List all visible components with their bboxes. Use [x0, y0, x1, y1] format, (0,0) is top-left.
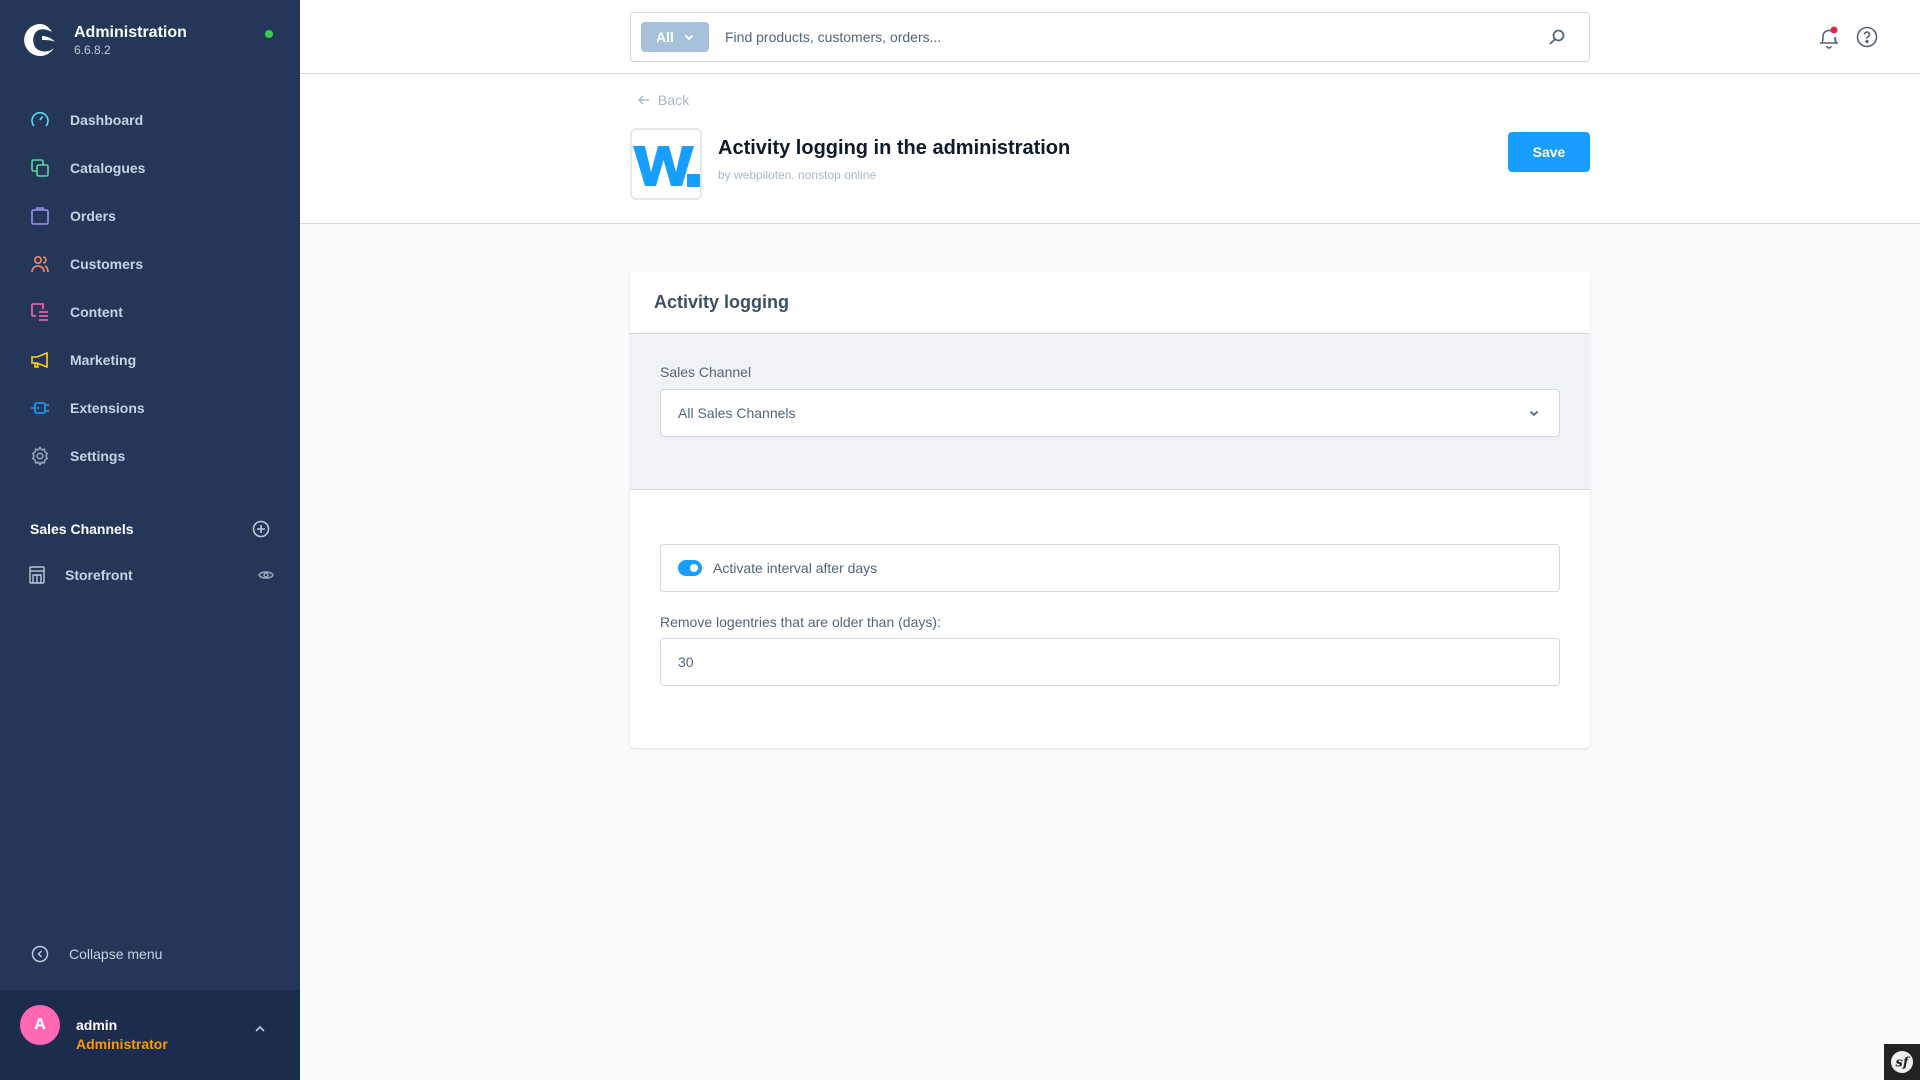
sidebar-item-label: Catalogues — [70, 160, 146, 176]
app-name: Administration — [74, 24, 187, 41]
symfony-toolbar-toggle[interactable]: sf — [1884, 1044, 1920, 1080]
back-label: Back — [658, 92, 690, 108]
global-search: All — [630, 12, 1590, 62]
chevron-down-icon — [684, 34, 694, 40]
sidebar-item-content[interactable]: Content — [0, 288, 300, 336]
user-menu-toggle[interactable] — [254, 1020, 266, 1038]
sidebar-item-label: Content — [70, 304, 123, 320]
save-button[interactable]: Save — [1508, 132, 1590, 172]
card-header: Activity logging — [630, 272, 1590, 334]
extension-logo — [630, 128, 702, 200]
sales-channel-value: All Sales Channels — [678, 405, 796, 421]
view-storefront-button[interactable] — [258, 569, 274, 581]
settings-section: Activate interval after days Remove loge… — [630, 490, 1590, 747]
chevron-left-circle-icon — [31, 945, 49, 963]
catalogues-icon — [29, 157, 51, 179]
eye-icon — [258, 571, 274, 579]
sidebar-item-customers[interactable]: Customers — [0, 240, 300, 288]
chevron-down-icon — [1529, 410, 1539, 416]
search-icon — [1549, 29, 1565, 45]
activity-logging-card: Activity logging Sales Channel All Sales… — [630, 272, 1590, 748]
sales-channel-label: Storefront — [65, 567, 133, 583]
interval-toggle[interactable] — [678, 560, 702, 576]
shopware-logo-icon — [24, 24, 55, 56]
page-header: Back Activity logging in the administrat… — [300, 74, 1920, 224]
status-indicator — [265, 30, 273, 38]
sidebar-item-extensions[interactable]: Extensions — [0, 384, 300, 432]
user-menu[interactable]: A admin Administrator — [0, 990, 300, 1080]
sales-channel-item-storefront[interactable]: Storefront — [29, 563, 274, 587]
app-version: 6.6.8.2 — [74, 43, 111, 57]
search-input[interactable] — [725, 23, 1525, 51]
sidebar-item-label: Dashboard — [70, 112, 144, 128]
top-bar: All — [300, 0, 1920, 74]
bell-icon — [1820, 26, 1838, 49]
collapse-menu-button[interactable]: Collapse menu — [31, 945, 162, 963]
plus-circle-icon — [252, 520, 270, 538]
sidebar-item-label: Customers — [70, 256, 144, 272]
page-title: Activity logging in the administration — [718, 137, 1071, 159]
sidebar-item-orders[interactable]: Orders — [0, 192, 300, 240]
users-icon — [29, 253, 51, 275]
sales-channel-select[interactable]: All Sales Channels — [660, 389, 1560, 437]
storefront-icon — [29, 566, 45, 584]
shopping-bag-icon — [29, 205, 51, 227]
user-name: admin — [76, 1017, 118, 1033]
webpiloten-logo-icon — [633, 146, 700, 187]
sales-channels-header: Sales Channels — [30, 520, 270, 538]
days-label: Remove logentries that are older than (d… — [660, 614, 941, 630]
search-type-dropdown[interactable]: All — [641, 22, 709, 52]
chevron-up-icon — [255, 1025, 265, 1032]
sidebar-item-label: Settings — [70, 448, 126, 464]
sidebar: Administration 6.6.8.2 Dashboard Catalog… — [0, 0, 300, 1080]
add-sales-channel-button[interactable] — [252, 520, 270, 538]
notifications-button[interactable] — [1818, 25, 1840, 54]
sales-channel-label: Sales Channel — [660, 364, 752, 380]
sidebar-item-label: Marketing — [70, 352, 137, 368]
user-role: Administrator — [76, 1036, 168, 1052]
brand: Administration 6.6.8.2 — [22, 22, 187, 58]
days-input[interactable] — [660, 638, 1560, 686]
symfony-logo-icon: sf — [1891, 1051, 1913, 1073]
arrow-left-icon — [638, 95, 649, 105]
plug-icon — [29, 397, 51, 419]
avatar: A — [20, 1005, 60, 1045]
gear-icon — [29, 445, 51, 467]
search-button[interactable] — [1548, 28, 1566, 51]
content-icon — [29, 301, 51, 323]
help-button[interactable] — [1856, 26, 1878, 53]
extension-author: by webpiloten. nonstop online — [718, 168, 877, 182]
search-type-label: All — [656, 29, 674, 45]
dashboard-gauge-icon — [29, 109, 51, 131]
sales-channel-section: Sales Channel All Sales Channels — [630, 334, 1590, 490]
card-title: Activity logging — [654, 292, 789, 312]
sales-channels-title: Sales Channels — [30, 521, 134, 537]
sidebar-item-label: Orders — [70, 208, 116, 224]
megaphone-icon — [29, 349, 51, 371]
interval-switch-field: Activate interval after days — [660, 544, 1560, 592]
sidebar-item-marketing[interactable]: Marketing — [0, 336, 300, 384]
main-navigation: Dashboard Catalogues Orders Customers Co… — [0, 96, 300, 480]
back-link[interactable]: Back — [638, 92, 689, 108]
sidebar-item-label: Extensions — [70, 400, 145, 416]
sidebar-item-dashboard[interactable]: Dashboard — [0, 96, 300, 144]
help-circle-icon — [1856, 26, 1878, 48]
collapse-menu-label: Collapse menu — [69, 946, 163, 962]
sidebar-item-catalogues[interactable]: Catalogues — [0, 144, 300, 192]
interval-toggle-label: Activate interval after days — [713, 560, 878, 576]
sidebar-item-settings[interactable]: Settings — [0, 432, 300, 480]
